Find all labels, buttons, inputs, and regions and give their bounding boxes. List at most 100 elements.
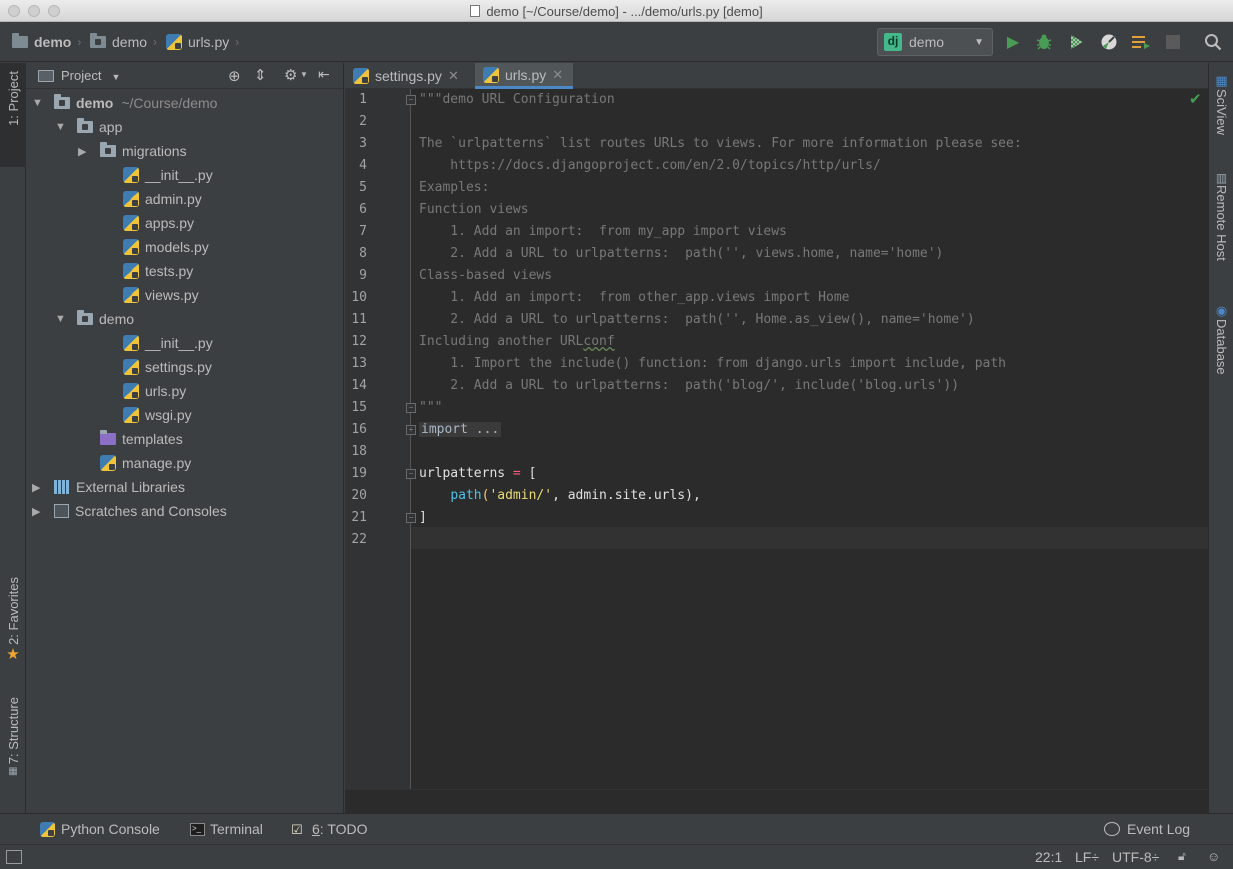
tree-item[interactable]: ▶ External Libraries: [32, 475, 185, 499]
hector-icon[interactable]: ☺: [1207, 849, 1220, 864]
collapsed-arrow-icon[interactable]: ▶: [78, 145, 92, 158]
breadcrumb-package[interactable]: demo ›: [90, 33, 163, 50]
chevron-down-icon: ▼: [300, 70, 308, 79]
debug-button[interactable]: [1034, 32, 1054, 52]
collapsed-arrow-icon[interactable]: ▶: [32, 481, 46, 494]
line-number: 20: [351, 488, 367, 503]
concurrency-diagram-button[interactable]: [1131, 32, 1151, 52]
caret-position[interactable]: 22:1: [1035, 849, 1062, 865]
fold-marker-icon[interactable]: −: [406, 95, 416, 105]
line-number: 22: [351, 532, 367, 547]
run-with-coverage-button[interactable]: [1066, 32, 1086, 52]
expanded-arrow-icon[interactable]: ▼: [32, 97, 46, 109]
star-icon: ★: [6, 645, 20, 663]
code-line: urlpatterns = [: [419, 466, 537, 481]
line-number: 1: [359, 92, 367, 107]
tool-tab-structure[interactable]: 7: Structure ▦: [0, 697, 26, 807]
tree-item[interactable]: manage.py: [78, 451, 191, 475]
event-log-tab[interactable]: Event Log: [1104, 821, 1190, 837]
close-tab-icon[interactable]: ✕: [552, 67, 563, 83]
collapsed-arrow-icon[interactable]: ▶: [32, 505, 46, 518]
tree-item-label: urls.py: [145, 383, 187, 399]
tree-item[interactable]: __init__.py: [101, 331, 213, 355]
tree-item[interactable]: ▶ Scratches and Consoles: [32, 499, 227, 523]
breadcrumb-project[interactable]: demo ›: [12, 33, 87, 50]
templates-folder-icon: [100, 430, 116, 445]
line-separator-select[interactable]: LF÷: [1075, 849, 1099, 865]
lock-icon[interactable]: 🔓︎: [1178, 849, 1186, 864]
right-tool-stripe: ▦ SciView ▥ Remote Host ◉ Database: [1208, 63, 1233, 813]
tree-item[interactable]: templates: [78, 427, 183, 451]
tree-item-label: settings.py: [145, 359, 212, 375]
line-number: 18: [351, 444, 367, 459]
line-number: 7: [359, 224, 367, 239]
collapse-all-icon[interactable]: ⇕: [254, 66, 267, 84]
line-number: 9: [359, 268, 367, 283]
tool-tab-database[interactable]: ◉ Database: [1209, 303, 1233, 375]
tool-tab-favorites[interactable]: 2: Favorites ★: [0, 577, 26, 677]
encoding-select[interactable]: UTF-8÷: [1112, 849, 1159, 865]
tree-item[interactable]: models.py: [101, 235, 209, 259]
tree-item[interactable]: views.py: [101, 283, 199, 307]
tree-item-label: tests.py: [145, 263, 194, 279]
inspection-ok-icon: ✔: [1189, 91, 1202, 108]
tree-item[interactable]: tests.py: [101, 259, 193, 283]
search-everywhere-button[interactable]: [1203, 32, 1223, 52]
run-button[interactable]: ▶: [1003, 32, 1023, 52]
tool-tab-remote-host[interactable]: ▥ Remote Host: [1209, 171, 1233, 261]
todo-tab[interactable]: ☑ 6: TODO: [291, 821, 368, 837]
code-line: path('admin/', admin.site.urls),: [450, 488, 701, 503]
tree-item[interactable]: urls.py: [101, 379, 186, 403]
tree-item[interactable]: ▶ migrations: [78, 139, 187, 163]
code-line: Including another URLconf: [419, 334, 615, 349]
django-icon: dj: [884, 33, 902, 51]
tree-item[interactable]: admin.py: [101, 187, 202, 211]
tree-item[interactable]: __init__.py: [101, 163, 213, 187]
fold-marker-icon[interactable]: −: [406, 513, 416, 523]
tree-item-path: ~/Course/demo: [121, 95, 218, 111]
tab-settings-py[interactable]: settings.py ✕: [345, 63, 471, 89]
locate-file-icon[interactable]: ⊕: [228, 67, 241, 85]
line-number: 10: [351, 290, 367, 305]
navigation-bar: demo › demo › urls.py › dj demo ▼ ▶: [0, 22, 1233, 62]
expanded-arrow-icon[interactable]: ▼: [55, 313, 69, 325]
close-tab-icon[interactable]: ✕: [448, 68, 459, 84]
tree-item[interactable]: ▼ app: [55, 115, 122, 139]
project-view-selector[interactable]: Project ▼: [61, 68, 120, 83]
fold-marker-icon[interactable]: +: [406, 425, 416, 435]
tree-item-label: External Libraries: [76, 479, 185, 495]
code-line: Class-based views: [419, 268, 553, 283]
expanded-arrow-icon[interactable]: ▼: [55, 121, 69, 133]
tool-tab-project[interactable]: 1: Project: [0, 63, 26, 167]
hide-panel-icon[interactable]: ⇤: [318, 66, 330, 83]
fold-marker-icon[interactable]: −: [406, 403, 416, 413]
python-file-icon: [123, 215, 139, 231]
run-configuration-select[interactable]: dj demo ▼: [877, 28, 993, 56]
stop-button[interactable]: [1163, 32, 1183, 52]
line-number: 5: [359, 180, 367, 195]
code-editor[interactable]: 1 2 3 4 5 6 7 8 9 10 11 12 13 14 15 16 18 19 20 21 22 """dem…: [345, 89, 1208, 813]
fold-marker-icon[interactable]: −: [406, 469, 416, 479]
tree-item-label: __init__.py: [145, 335, 213, 351]
database-icon: ◉: [1215, 303, 1228, 318]
module-folder-icon: [54, 94, 70, 109]
tree-item[interactable]: ▼ demo: [55, 307, 134, 331]
window-title: demo [~/Course/demo] - .../demo/urls.py …: [0, 4, 1233, 19]
terminal-tab[interactable]: >_ Terminal: [190, 821, 263, 837]
tree-item[interactable]: settings.py: [101, 355, 212, 379]
python-file-icon: [123, 287, 139, 303]
tree-item[interactable]: wsgi.py: [101, 403, 192, 427]
toggle-tool-windows-icon[interactable]: [6, 850, 22, 864]
tool-tab-sciview[interactable]: ▦ SciView: [1209, 73, 1233, 135]
code-line: import ...: [419, 419, 502, 441]
breadcrumb-file[interactable]: urls.py ›: [166, 34, 245, 50]
tree-item[interactable]: apps.py: [101, 211, 194, 235]
tree-item[interactable]: ▼ demo ~/Course/demo: [32, 91, 217, 115]
gear-icon[interactable]: ⚙: [284, 66, 297, 84]
sciview-icon: ▦: [1215, 73, 1228, 88]
profile-button[interactable]: [1099, 32, 1119, 52]
tree-item-label: demo: [76, 95, 114, 111]
collapsed-imports[interactable]: import ...: [419, 422, 502, 437]
tab-urls-py[interactable]: urls.py ✕: [475, 63, 573, 89]
python-console-tab[interactable]: Python Console: [40, 821, 160, 837]
